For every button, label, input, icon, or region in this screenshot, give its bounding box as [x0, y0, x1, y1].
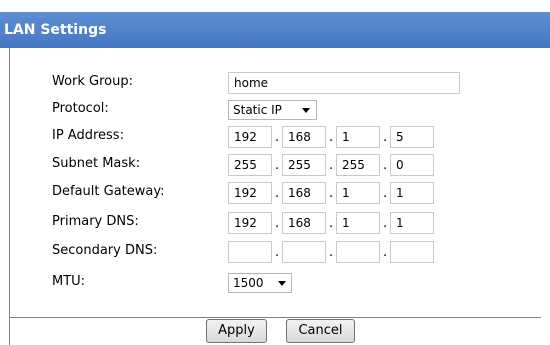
- subnet-mask-octet-2[interactable]: 255: [282, 154, 326, 176]
- secondary-dns-octet-4[interactable]: [390, 241, 434, 263]
- secondary-dns-octet-2[interactable]: [282, 241, 326, 263]
- mtu-label: MTU:: [52, 274, 86, 289]
- cancel-button[interactable]: Cancel: [286, 319, 355, 343]
- octet-separator: .: [383, 186, 388, 201]
- default-gateway-octet-1[interactable]: 192: [228, 182, 272, 204]
- default-gateway-row: Default Gateway: 192 . 168 . 1 . 1: [52, 182, 472, 206]
- protocol-select[interactable]: Static IP: [228, 100, 317, 120]
- octet-separator: .: [329, 216, 334, 231]
- octet-separator: .: [329, 130, 334, 145]
- octet-separator: .: [329, 158, 334, 173]
- octet-separator: .: [275, 186, 280, 201]
- chevron-down-icon: [302, 108, 310, 113]
- octet-separator: .: [275, 216, 280, 231]
- default-gateway-octet-4[interactable]: 1: [390, 182, 434, 204]
- subnet-mask-octet-1[interactable]: 255: [228, 154, 272, 176]
- protocol-value: Static IP: [233, 103, 282, 117]
- octet-separator: .: [383, 245, 388, 260]
- primary-dns-octet-4[interactable]: 1: [390, 212, 434, 234]
- ip-address-label: IP Address:: [52, 128, 124, 143]
- ip-address-octet-4[interactable]: 5: [390, 126, 434, 148]
- octet-separator: .: [275, 130, 280, 145]
- work-group-label: Work Group:: [52, 74, 134, 89]
- subnet-mask-octet-4[interactable]: 0: [390, 154, 434, 176]
- default-gateway-label: Default Gateway:: [52, 184, 165, 199]
- octet-separator: .: [383, 130, 388, 145]
- primary-dns-octet-3[interactable]: 1: [336, 212, 380, 234]
- ip-address-row: IP Address: 192 . 168 . 1 . 5: [52, 126, 472, 150]
- subnet-mask-label: Subnet Mask:: [52, 156, 141, 171]
- protocol-label: Protocol:: [52, 101, 109, 116]
- apply-button[interactable]: Apply: [206, 319, 267, 343]
- secondary-dns-label: Secondary DNS:: [52, 243, 158, 258]
- secondary-dns-row: Secondary DNS: . . .: [52, 241, 472, 265]
- primary-dns-label: Primary DNS:: [52, 214, 139, 229]
- mtu-row: MTU: 1500: [52, 272, 352, 296]
- protocol-row: Protocol: Static IP: [52, 99, 352, 123]
- primary-dns-row: Primary DNS: 192 . 168 . 1 . 1: [52, 212, 472, 236]
- mtu-value: 1500: [233, 276, 264, 290]
- secondary-dns-octet-1[interactable]: [228, 241, 272, 263]
- mtu-select[interactable]: 1500: [228, 273, 292, 293]
- ip-address-octet-3[interactable]: 1: [336, 126, 380, 148]
- default-gateway-octet-2[interactable]: 168: [282, 182, 326, 204]
- work-group-row: Work Group: home: [52, 72, 472, 96]
- primary-dns-octet-2[interactable]: 168: [282, 212, 326, 234]
- secondary-dns-octet-3[interactable]: [336, 241, 380, 263]
- panel-title: LAN Settings: [4, 22, 107, 38]
- octet-separator: .: [329, 186, 334, 201]
- work-group-input[interactable]: home: [228, 72, 460, 94]
- octet-separator: .: [275, 158, 280, 173]
- ip-address-octet-2[interactable]: 168: [282, 126, 326, 148]
- primary-dns-octet-1[interactable]: 192: [228, 212, 272, 234]
- subnet-mask-octet-3[interactable]: 255: [336, 154, 380, 176]
- octet-separator: .: [383, 216, 388, 231]
- subnet-mask-row: Subnet Mask: 255 . 255 . 255 . 0: [52, 154, 472, 178]
- divider: [9, 317, 10, 345]
- ip-address-octet-1[interactable]: 192: [228, 126, 272, 148]
- octet-separator: .: [329, 245, 334, 260]
- chevron-down-icon: [278, 281, 286, 286]
- octet-separator: .: [383, 158, 388, 173]
- default-gateway-octet-3[interactable]: 1: [336, 182, 380, 204]
- octet-separator: .: [275, 245, 280, 260]
- panel-header: LAN Settings: [0, 12, 550, 48]
